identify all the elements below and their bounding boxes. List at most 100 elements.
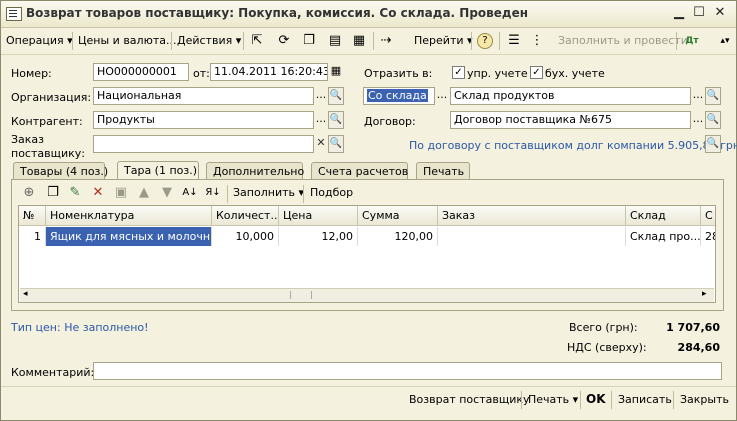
management-accounting-checkbox[interactable]: ✓: [452, 66, 465, 79]
price-type-link[interactable]: Тип цен: Не заполнено!: [11, 321, 149, 334]
column-header[interactable]: Номенклатура: [46, 206, 212, 226]
toolbar-separator: [303, 185, 304, 203]
search-icon[interactable]: 🔍: [705, 135, 721, 153]
supplier-order-field[interactable]: [93, 135, 314, 153]
date-from-label: от:: [193, 67, 210, 80]
toolbar-separator: [676, 32, 677, 50]
move-down-icon[interactable]: ▼: [159, 185, 175, 201]
accounting-checkbox[interactable]: ✓: [530, 66, 543, 79]
delete-icon[interactable]: ✕: [90, 185, 106, 201]
scroll-left-icon[interactable]: ◂: [23, 289, 28, 299]
search-icon[interactable]: 🔍: [705, 111, 721, 129]
fill-and-post-button[interactable]: Заполнить и провести: [558, 34, 688, 47]
end-edit-icon[interactable]: ▣: [113, 185, 129, 201]
column-header[interactable]: №: [19, 206, 46, 226]
tab-containers[interactable]: Тара (1 поз.): [117, 161, 199, 179]
ellipsis-icon[interactable]: ...: [691, 87, 705, 105]
ellipsis-icon[interactable]: ...: [314, 87, 328, 105]
date-field[interactable]: 11.04.2011 16:20:43: [210, 63, 328, 81]
contract-field[interactable]: Договор поставщика №675: [450, 111, 691, 129]
search-icon[interactable]: 🔍: [705, 87, 721, 105]
number-field[interactable]: НО000000001: [93, 63, 189, 81]
toolbar-separator: [243, 32, 244, 50]
warehouse-field[interactable]: Склад продуктов: [450, 87, 691, 105]
organization-label: Организация:: [11, 91, 92, 104]
add-row-icon[interactable]: ⊕: [21, 185, 37, 201]
list-icon[interactable]: ☰: [506, 33, 522, 49]
toolbar-separator: [171, 32, 172, 50]
comment-label: Комментарий:: [11, 366, 95, 379]
unpost-icon[interactable]: ▦: [351, 33, 367, 49]
copy-row-icon[interactable]: ❐: [45, 185, 61, 201]
column-header[interactable]: Склад: [626, 206, 701, 226]
contractor-field[interactable]: Продукты: [93, 111, 314, 129]
save-button[interactable]: Записать: [618, 393, 672, 406]
maximize-icon[interactable]: ☐: [691, 5, 707, 21]
tab-additional[interactable]: Дополнительно: [206, 162, 304, 179]
toolbar-separator: [471, 32, 472, 50]
calendar-icon[interactable]: ▦: [329, 63, 343, 81]
organization-field[interactable]: Национальная: [93, 87, 314, 105]
comment-field[interactable]: [93, 362, 722, 380]
reflect-label: Отразить в:: [364, 67, 433, 80]
chevron-down-icon[interactable]: ▴▾: [717, 33, 733, 49]
toolbar-separator: [673, 391, 674, 409]
tab-goods[interactable]: Товары (4 поз.): [13, 162, 108, 179]
table-cell: 1: [19, 227, 46, 246]
column-header[interactable]: Заказ: [438, 206, 626, 226]
ellipsis-icon[interactable]: ...: [435, 87, 449, 105]
tab-settlement-accounts[interactable]: Счета расчетов: [311, 162, 408, 179]
main-toolbar: Операция ▾ Цены и валюта... Действия ▾ ⇱…: [1, 28, 736, 55]
fill-table-menu[interactable]: Заполнить ▾: [233, 186, 304, 199]
search-icon[interactable]: 🔍: [328, 87, 344, 105]
dt-kt-icon[interactable]: Дт: [684, 33, 700, 49]
close-icon[interactable]: ✕: [712, 5, 728, 21]
column-header[interactable]: Количест...: [212, 206, 279, 226]
actions-menu[interactable]: Действия ▾: [177, 34, 241, 47]
column-header[interactable]: С: [701, 206, 715, 226]
minimize-icon[interactable]: ▁: [671, 5, 687, 21]
toolbar-separator: [580, 391, 581, 409]
source-field[interactable]: Со склада: [363, 87, 435, 105]
print-menu[interactable]: Печать ▾: [528, 393, 578, 406]
selection-button[interactable]: Подбор: [310, 186, 353, 199]
containers-table: № Номенклатура Количест... Цена Сумма За…: [18, 205, 716, 303]
column-header[interactable]: Цена: [279, 206, 358, 226]
horizontal-scrollbar[interactable]: ◂ ▸: [20, 288, 714, 302]
clear-icon[interactable]: ✕: [314, 135, 328, 153]
title-bar: Возврат товаров поставщику: Покупка, ком…: [1, 1, 736, 28]
toolbar-separator: [72, 32, 73, 50]
contract-label: Договор:: [364, 115, 416, 128]
total-label: Всего (грн):: [569, 321, 638, 334]
search-icon[interactable]: 🔍: [328, 111, 344, 129]
tree-icon[interactable]: ⋮: [529, 33, 545, 49]
help-icon[interactable]: ?: [477, 33, 493, 49]
structure-icon[interactable]: ⇱: [249, 33, 265, 49]
ellipsis-icon[interactable]: ...: [314, 111, 328, 129]
window-title: Возврат товаров поставщику: Покупка, ком…: [26, 6, 529, 20]
scroll-right-icon[interactable]: ▸: [702, 289, 707, 299]
supplier-return-button[interactable]: Возврат поставщику: [409, 393, 530, 406]
move-up-icon[interactable]: ▲: [136, 185, 152, 201]
go-menu[interactable]: Перейти ▾: [414, 34, 473, 47]
sort-asc-icon[interactable]: A↓: [182, 185, 198, 201]
ok-button[interactable]: OK: [586, 392, 606, 406]
tab-print[interactable]: Печать: [416, 162, 470, 179]
refresh-icon[interactable]: ⟳: [276, 33, 292, 49]
scroll-thumb-grip[interactable]: [290, 291, 312, 299]
column-header[interactable]: Сумма: [358, 206, 438, 226]
ellipsis-icon[interactable]: ...: [691, 111, 705, 129]
post-icon[interactable]: ▤: [327, 33, 343, 49]
accounting-label: бух. учете: [545, 67, 605, 80]
operation-menu[interactable]: Операция ▾: [6, 34, 73, 47]
sort-desc-icon[interactable]: Я↓: [205, 185, 221, 201]
debt-info-link[interactable]: По договору с поставщиком долг компании …: [409, 139, 737, 152]
edit-icon[interactable]: ✎: [67, 185, 83, 201]
toolbar-separator: [499, 32, 500, 50]
copy-icon[interactable]: ❐: [301, 33, 317, 49]
based-on-icon[interactable]: ⇢: [378, 33, 394, 49]
toolbar-separator: [373, 32, 374, 50]
search-icon[interactable]: 🔍: [328, 135, 344, 153]
prices-currency-button[interactable]: Цены и валюта...: [78, 34, 176, 47]
close-button[interactable]: Закрыть: [680, 393, 729, 406]
